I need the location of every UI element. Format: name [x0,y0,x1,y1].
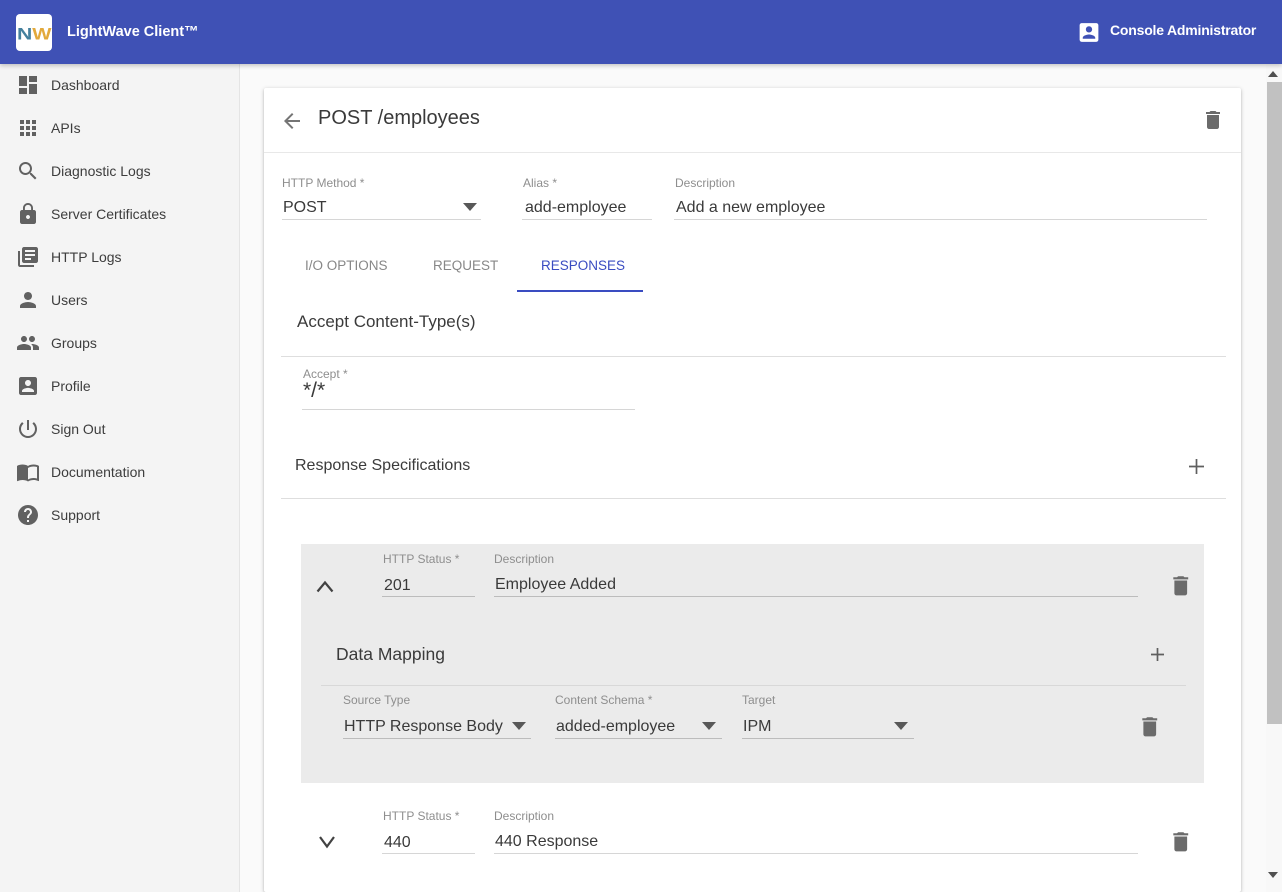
svg-text:W: W [32,25,52,43]
svg-text:N: N [17,25,32,43]
